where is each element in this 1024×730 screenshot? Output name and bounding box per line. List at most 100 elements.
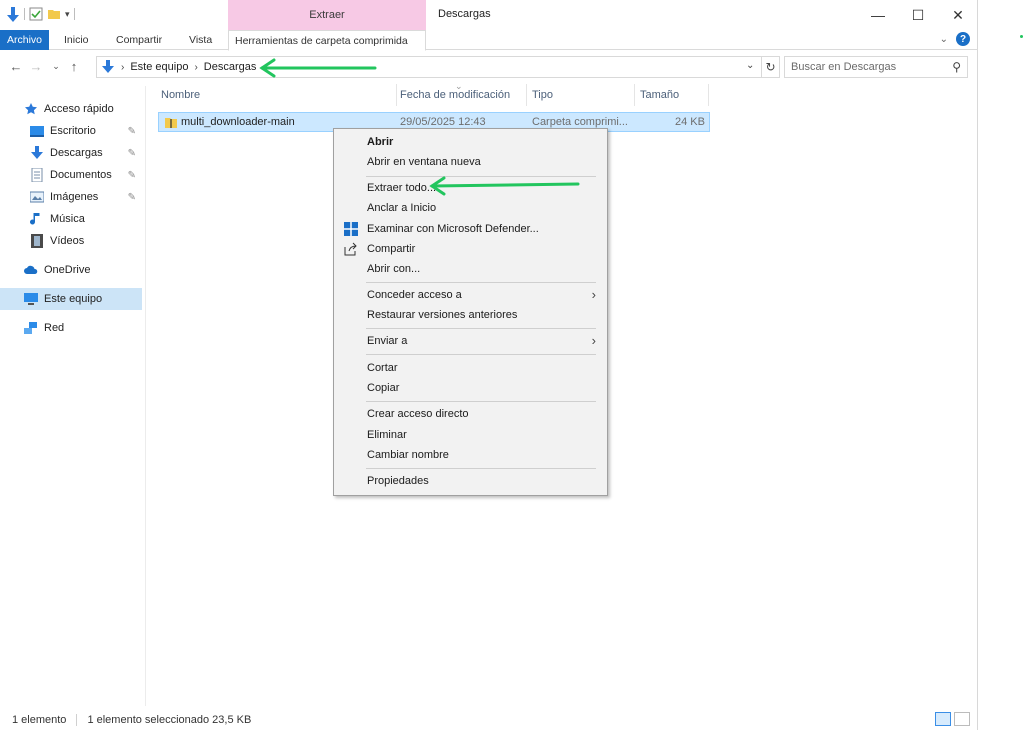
menu-item-propiedades[interactable]: Propiedades [335, 471, 606, 491]
menu-item-examinar-defender[interactable]: Examinar con Microsoft Defender... [335, 219, 606, 239]
menu-item-abrir-ventana-nueva[interactable]: Abrir en ventana nueva [335, 152, 606, 172]
tab-compartir[interactable]: Compartir [110, 30, 168, 50]
sidebar-item-label: Documentos [50, 169, 112, 181]
recent-locations-chevron-icon[interactable]: ⌄ [48, 58, 64, 74]
ribbon-expand-chevron-icon[interactable]: ⌄ [940, 34, 948, 45]
pictures-icon [29, 190, 45, 204]
sidebar-item-red[interactable]: Red [0, 317, 142, 339]
breadcrumb-chevron-icon: › [121, 61, 125, 73]
sidebar-item-acceso-rapido[interactable]: Acceso rápido [0, 98, 142, 120]
column-separator[interactable] [708, 84, 709, 106]
menu-item-compartir[interactable]: Compartir [335, 239, 606, 259]
sidebar-item-musica[interactable]: Música [0, 208, 142, 230]
sidebar-item-label: Música [50, 213, 85, 225]
tab-archivo[interactable]: Archivo [0, 30, 50, 50]
help-icon[interactable]: ? [956, 32, 970, 46]
qat-dropdown-icon[interactable]: ▾ [65, 9, 70, 20]
zip-folder-icon [164, 115, 178, 129]
column-header-fecha[interactable]: Fecha de modificación [400, 88, 510, 110]
close-button[interactable]: ✕ [938, 0, 978, 30]
menu-item-eliminar[interactable]: Eliminar [335, 425, 606, 445]
menu-item-restaurar-versiones[interactable]: Restaurar versiones anteriores [335, 305, 606, 325]
menu-item-abrir-con[interactable]: Abrir con... [335, 259, 606, 279]
title-bar: ▾ Extraer Descargas — ☐ ✕ [0, 0, 978, 30]
sidebar-item-label: Este equipo [44, 293, 103, 305]
properties-check-icon[interactable] [29, 7, 43, 21]
column-separator[interactable] [634, 84, 635, 106]
music-note-icon [30, 212, 44, 226]
breadcrumb-descargas[interactable]: Descargas [204, 61, 257, 73]
menu-item-cambiar-nombre[interactable]: Cambiar nombre [335, 445, 606, 465]
menu-item-anclar-inicio[interactable]: Anclar a Inicio [335, 198, 606, 218]
address-bar[interactable]: › Este equipo › Descargas [96, 56, 762, 78]
menu-item-enviar-a[interactable]: Enviar a › [335, 331, 606, 351]
pin-icon[interactable]: ✎ [128, 170, 136, 181]
file-name[interactable]: multi_downloader-main [181, 116, 295, 128]
address-dropdown-icon[interactable]: ⌄ [746, 60, 754, 71]
menu-item-label: Compartir [367, 243, 416, 255]
tab-inicio[interactable]: Inicio [58, 30, 95, 50]
sidebar-item-escritorio[interactable]: Escritorio ✎ [0, 120, 142, 142]
pin-icon[interactable]: ✎ [128, 148, 136, 159]
file-type: Carpeta comprimi... [532, 116, 628, 128]
sidebar-item-label: OneDrive [44, 264, 91, 276]
breadcrumb-chevron-icon: › [194, 61, 198, 73]
refresh-icon[interactable]: ↻ [762, 56, 780, 78]
tab-vista[interactable]: Vista [183, 30, 218, 50]
file-explorer-window: ▾ Extraer Descargas — ☐ ✕ Archivo Inicio… [0, 0, 978, 730]
submenu-arrow-icon: › [591, 333, 596, 348]
navigation-bar: ← → ⌄ ↑ › Este equipo › Descargas ⌄ ↻ Bu… [0, 56, 978, 78]
menu-separator [366, 468, 596, 469]
column-header-tamano[interactable]: Tamaño [640, 88, 679, 110]
pin-icon[interactable]: ✎ [128, 126, 136, 137]
menu-item-extraer-todo[interactable]: Extraer todo... [335, 178, 606, 198]
window-controls: — ☐ ✕ [858, 0, 978, 30]
minimize-button[interactable]: — [858, 0, 898, 30]
details-view-button[interactable] [935, 712, 951, 726]
sidebar-item-label: Acceso rápido [44, 103, 114, 115]
search-placeholder: Buscar en Descargas [791, 61, 897, 73]
document-icon [30, 167, 44, 183]
cloud-icon [24, 263, 38, 277]
download-arrow-icon[interactable] [6, 7, 20, 22]
status-separator [76, 714, 78, 726]
qat-separator [24, 8, 25, 20]
forward-arrow-icon[interactable]: → [28, 58, 44, 74]
column-separator[interactable] [526, 84, 527, 106]
sidebar-item-descargas[interactable]: Descargas ✎ [0, 142, 142, 164]
computer-icon [24, 292, 38, 306]
column-header-nombre[interactable]: Nombre [161, 88, 200, 110]
quick-access-toolbar: ▾ [6, 4, 75, 24]
star-icon [24, 102, 38, 116]
up-arrow-icon[interactable]: ↑ [66, 58, 82, 74]
sidebar-item-documentos[interactable]: Documentos ✎ [0, 164, 142, 186]
tab-herramientas-carpeta-comprimida[interactable]: Herramientas de carpeta comprimida [228, 30, 426, 51]
search-input[interactable]: Buscar en Descargas ⚲ [784, 56, 968, 78]
menu-item-cortar[interactable]: Cortar [335, 358, 606, 378]
location-download-icon [101, 60, 115, 74]
file-date: 29/05/2025 12:43 [400, 116, 486, 128]
video-icon [30, 234, 44, 248]
menu-item-label: Enviar a [367, 335, 408, 347]
menu-separator [366, 176, 596, 177]
sidebar-item-onedrive[interactable]: OneDrive [0, 259, 142, 281]
menu-item-copiar[interactable]: Copiar [335, 378, 606, 398]
back-arrow-icon[interactable]: ← [8, 58, 24, 74]
sidebar-item-imagenes[interactable]: Imágenes ✎ [0, 186, 142, 208]
pin-icon[interactable]: ✎ [128, 192, 136, 203]
menu-item-crear-acceso-directo[interactable]: Crear acceso directo [335, 404, 606, 424]
menu-separator [366, 282, 596, 283]
column-separator[interactable] [396, 84, 397, 106]
sidebar-item-label: Vídeos [50, 235, 85, 247]
maximize-button[interactable]: ☐ [898, 0, 938, 30]
sidebar-item-este-equipo[interactable]: Este equipo [0, 288, 142, 310]
menu-item-label: Examinar con Microsoft Defender... [367, 223, 539, 235]
menu-item-abrir[interactable]: Abrir [335, 132, 606, 152]
menu-item-conceder-acceso[interactable]: Conceder acceso a › [335, 285, 606, 305]
breadcrumb-este-equipo[interactable]: Este equipo [130, 61, 188, 73]
column-header-tipo[interactable]: Tipo [532, 88, 553, 110]
sidebar-item-videos[interactable]: Vídeos [0, 230, 142, 252]
sidebar-item-label: Imágenes [50, 191, 99, 203]
large-icons-view-button[interactable] [954, 712, 970, 726]
new-folder-icon[interactable] [47, 7, 61, 21]
